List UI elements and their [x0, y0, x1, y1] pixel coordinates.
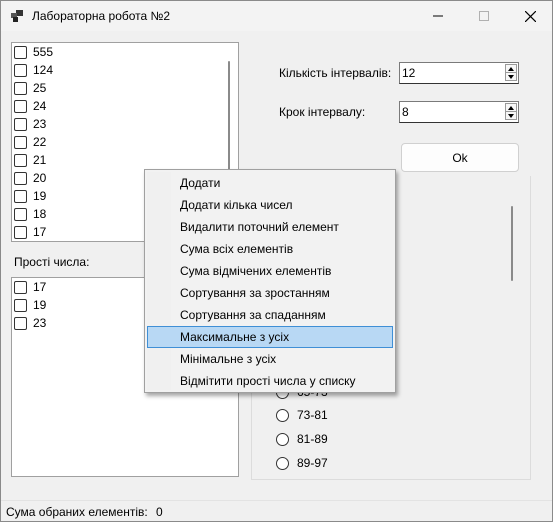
menu-item-minimum[interactable]: Мінімальне з усіх — [147, 348, 393, 370]
maximize-button[interactable] — [461, 1, 507, 31]
checkbox[interactable] — [14, 117, 27, 131]
list-item[interactable]: 22 — [14, 133, 46, 151]
list-item[interactable]: 18 — [14, 205, 46, 223]
checkbox[interactable] — [14, 189, 27, 203]
interval-step-stepper[interactable]: 8 — [399, 101, 519, 123]
checkbox[interactable] — [14, 135, 27, 149]
ok-button[interactable]: Ok — [401, 143, 519, 172]
minimize-icon — [433, 15, 443, 17]
chevron-down-icon — [508, 113, 514, 118]
status-sum-value: 0 — [156, 505, 163, 519]
close-icon — [524, 10, 536, 22]
title-bar: Лабораторна робота №2 — [1, 1, 552, 31]
list-item[interactable]: 23 — [14, 115, 46, 133]
list-item[interactable]: 23 — [14, 314, 46, 332]
spin-down-button[interactable] — [505, 111, 517, 120]
checkbox[interactable] — [14, 207, 27, 221]
list-item[interactable]: 19 — [14, 187, 46, 205]
checkbox[interactable] — [14, 225, 27, 239]
chevron-up-icon — [508, 105, 514, 110]
list-item[interactable]: 124 — [14, 61, 53, 79]
ranges-scrollbar[interactable] — [511, 206, 513, 281]
interval-count-value[interactable]: 12 — [402, 66, 415, 80]
spin-down-button[interactable] — [505, 72, 517, 81]
list-item[interactable]: 555 — [14, 43, 53, 61]
chevron-up-icon — [508, 66, 514, 71]
menu-item-sum-all[interactable]: Сума всіх елементів — [147, 238, 393, 260]
interval-count-label: Кількість інтервалів: — [279, 66, 392, 80]
checkbox[interactable] — [14, 99, 27, 113]
list-item[interactable]: 20 — [14, 169, 46, 187]
range-radio-option[interactable]: 81-89 — [276, 430, 328, 448]
radio-button[interactable] — [276, 408, 289, 422]
primes-label: Прості числа: — [14, 255, 90, 269]
radio-button[interactable] — [276, 432, 289, 446]
list-item[interactable]: 17 — [14, 278, 46, 296]
checkbox[interactable] — [14, 45, 27, 59]
minimize-button[interactable] — [415, 1, 461, 31]
menu-item-sort-ascending[interactable]: Сортування за зростанням — [147, 282, 393, 304]
checkbox[interactable] — [14, 153, 27, 167]
radio-button[interactable] — [276, 456, 289, 470]
checkbox[interactable] — [14, 316, 27, 330]
list-item[interactable]: 25 — [14, 79, 46, 97]
list-item[interactable]: 24 — [14, 97, 46, 115]
window-title: Лабораторна робота №2 — [32, 9, 171, 23]
menu-item-mark-primes[interactable]: Відмітити прості числа у списку — [147, 370, 393, 392]
status-bar: Сума обраних елементів: 0 — [1, 500, 552, 521]
maximize-icon — [479, 11, 489, 21]
app-window: Лабораторна робота №2 555 124 25 24 23 2… — [0, 0, 553, 522]
checkbox[interactable] — [14, 280, 27, 294]
range-radio-option[interactable]: 73-81 — [276, 406, 328, 424]
menu-item-delete-current[interactable]: Видалити поточний елемент — [147, 216, 393, 238]
list-item[interactable]: 17 — [14, 223, 46, 241]
interval-step-value[interactable]: 8 — [402, 105, 409, 119]
menu-item-maximum[interactable]: Максимальне з усіх — [147, 326, 393, 348]
menu-item-add-multiple[interactable]: Додати кілька чисел — [147, 194, 393, 216]
app-window-icon — [11, 10, 23, 22]
menu-item-add[interactable]: Додати — [147, 172, 393, 194]
interval-count-stepper[interactable]: 12 — [399, 62, 519, 84]
checkbox[interactable] — [14, 81, 27, 95]
vertical-scrollbar[interactable] — [228, 61, 230, 171]
checkbox[interactable] — [14, 63, 27, 77]
interval-step-label: Крок інтервалу: — [279, 105, 366, 119]
status-sum-label: Сума обраних елементів: — [6, 505, 148, 519]
checkbox[interactable] — [14, 171, 27, 185]
close-button[interactable] — [507, 1, 553, 31]
list-item[interactable]: 19 — [14, 296, 46, 314]
context-menu: Додати Додати кілька чисел Видалити пото… — [144, 169, 396, 393]
chevron-down-icon — [508, 74, 514, 79]
checkbox[interactable] — [14, 298, 27, 312]
range-radio-option[interactable]: 89-97 — [276, 454, 328, 472]
list-item[interactable]: 21 — [14, 151, 46, 169]
menu-item-sum-checked[interactable]: Сума відмічених елементів — [147, 260, 393, 282]
menu-item-sort-descending[interactable]: Сортування за спаданням — [147, 304, 393, 326]
